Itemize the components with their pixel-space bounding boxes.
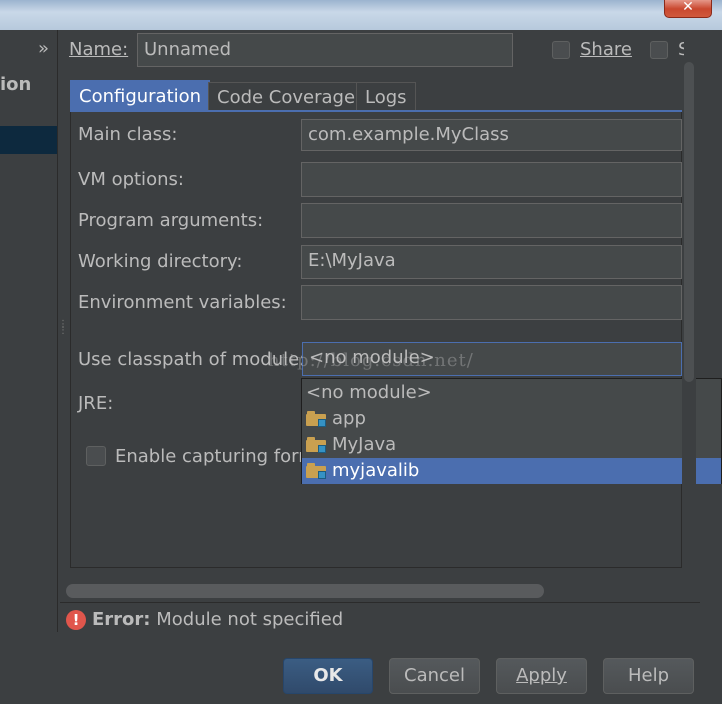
error-message: Error: Module not specified: [92, 609, 343, 630]
working-directory-label: Working directory:: [78, 251, 243, 272]
environment-variables-label: Environment variables:: [78, 292, 287, 313]
share-label: Share: [580, 39, 632, 60]
error-text: Module not specified: [156, 609, 344, 630]
environment-variables-input[interactable]: [301, 285, 682, 320]
dropdown-option-no-module[interactable]: <no module>: [302, 380, 721, 406]
name-input[interactable]: Unnamed: [137, 33, 513, 67]
apply-button[interactable]: Apply: [496, 658, 587, 694]
cancel-button[interactable]: Cancel: [389, 658, 480, 694]
dropdown-option-myjava[interactable]: MyJava: [302, 432, 721, 458]
program-arguments-label: Program arguments:: [78, 210, 264, 231]
working-directory-input[interactable]: E:\MyJava: [301, 245, 682, 279]
tab-logs[interactable]: Logs: [356, 82, 416, 111]
divider: [60, 602, 700, 603]
horizontal-scrollbar-thumb[interactable]: [66, 584, 544, 598]
tab-configuration[interactable]: Configuration: [70, 80, 211, 111]
splitter-handle[interactable]: ⋮ ⋮: [58, 320, 68, 340]
tree-item-label: ion: [0, 74, 32, 95]
dropdown-option-label: app: [332, 408, 366, 429]
enable-capturing-checkbox[interactable]: [86, 446, 106, 466]
vm-options-input[interactable]: [301, 162, 682, 197]
dropdown-option-app[interactable]: app: [302, 406, 721, 432]
vertical-scrollbar[interactable]: [682, 62, 696, 582]
program-arguments-input[interactable]: [301, 203, 682, 238]
dropdown-option-myjavalib[interactable]: myjavalib: [302, 458, 721, 484]
main-class-input[interactable]: com.example.MyClass: [301, 119, 682, 151]
expand-panel-icon[interactable]: »: [38, 38, 49, 59]
jre-label: JRE:: [78, 393, 114, 414]
enable-capturing-label: Enable capturing form: [115, 446, 301, 467]
main-class-label: Main class:: [78, 124, 178, 145]
close-icon: ✕: [682, 0, 694, 15]
configurations-tree-panel: ion: [0, 30, 58, 632]
tab-code-coverage[interactable]: Code Coverage: [208, 82, 365, 111]
ok-button[interactable]: OK: [283, 658, 373, 694]
module-folder-icon: [306, 411, 326, 427]
close-window-button[interactable]: ✕: [664, 0, 712, 18]
dropdown-option-label: myjavalib: [332, 460, 420, 481]
module-folder-icon: [306, 463, 326, 479]
module-dropdown-list: <no module> app MyJava myjavalib: [301, 378, 722, 484]
tree-item-selected[interactable]: [0, 126, 57, 154]
single-instance-label: S: [678, 39, 684, 60]
dropdown-option-label: MyJava: [332, 434, 397, 455]
vm-options-label: VM options:: [78, 169, 184, 190]
single-instance-checkbox[interactable]: [650, 41, 668, 59]
dropdown-option-label: <no module>: [306, 382, 432, 403]
module-folder-icon: [306, 437, 326, 453]
share-checkbox[interactable]: [552, 41, 570, 59]
error-icon: !: [66, 610, 86, 630]
vertical-scrollbar-thumb[interactable]: [684, 62, 694, 382]
name-label: Name:: [69, 39, 129, 60]
help-button[interactable]: Help: [603, 658, 694, 694]
watermark-text: http://blog.csdn.net/: [268, 350, 474, 371]
error-prefix: Error:: [92, 609, 151, 630]
window-titlebar: [0, 0, 722, 30]
